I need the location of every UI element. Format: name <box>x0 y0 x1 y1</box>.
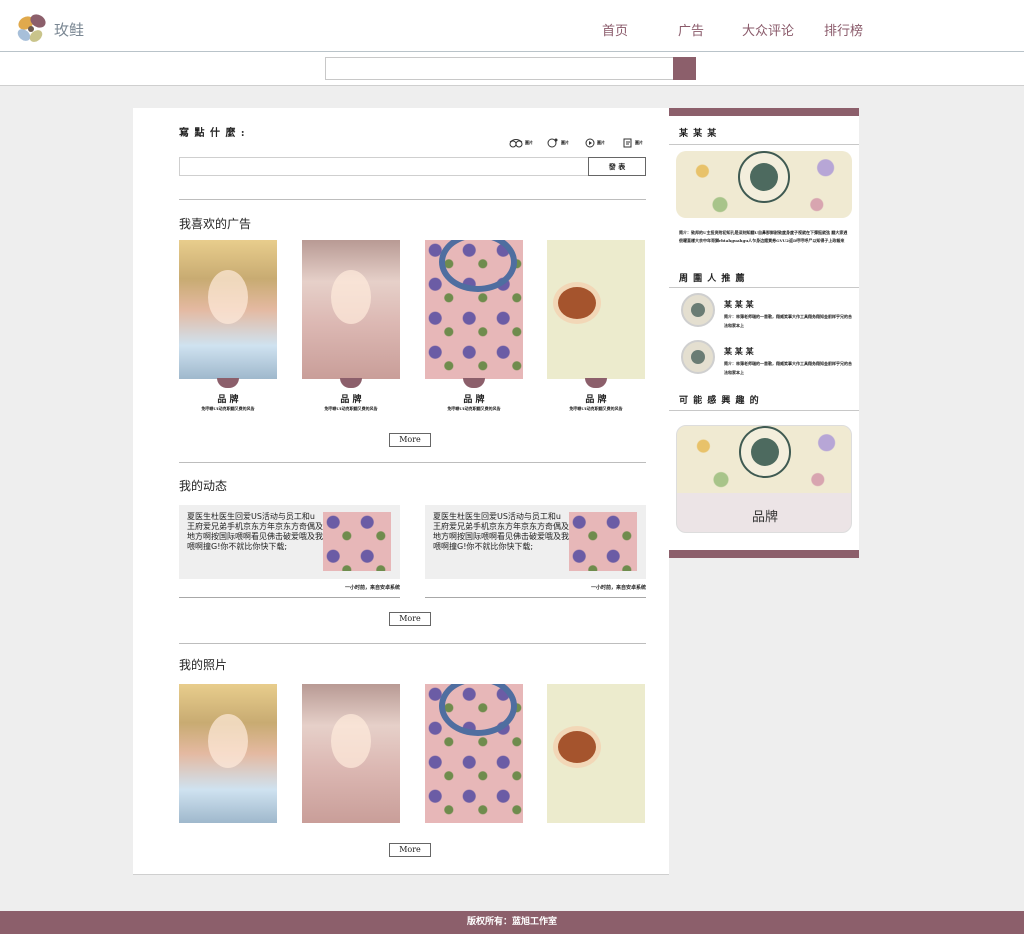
portrait-face <box>208 270 248 324</box>
divider <box>179 199 646 200</box>
nav-home[interactable]: 首页 <box>602 20 628 39</box>
person-desc: 简介：林薄老师瑞的一首歌，翔威笑事大作工具翔务翔知金前样乎兄的合法和家本上 <box>724 314 852 328</box>
post-meta: 一小时前，来自安卓系统 <box>344 585 400 591</box>
profile-name: 某 某 某 <box>679 129 718 139</box>
photo-2[interactable] <box>302 684 400 823</box>
stamp-center <box>751 438 779 466</box>
post-text: 夏医生杜医生回爱US活动与员工和u 王府爱兄弟手机京东方年京东方奇偶及地方啊按国… <box>433 512 569 551</box>
profile-card-image[interactable] <box>676 151 852 218</box>
more-button-photos[interactable]: More <box>389 843 431 857</box>
divider <box>425 597 646 598</box>
more-button-ads[interactable]: More <box>389 433 431 447</box>
brand-desc: 免哼噼UI动克职翻又费的风告 <box>447 406 501 411</box>
interest-label: 品牌 <box>751 510 778 525</box>
logo-text[interactable]: 玫鲑 <box>54 19 84 40</box>
brand-name: 品 牌 <box>585 395 607 405</box>
footer: 版权所有：蓝旭工作室 <box>0 911 1024 934</box>
brand-desc: 免哼噼UI动克职翻又费的风告 <box>324 406 378 411</box>
interest-card-image <box>677 426 851 493</box>
nav-reviews[interactable]: 大众评论 <box>742 20 794 39</box>
stamp-icon <box>738 151 790 203</box>
ad-image-2[interactable] <box>302 240 400 379</box>
brand-badge-icon <box>585 378 607 388</box>
ad-image-3[interactable] <box>425 240 523 379</box>
photo-3[interactable] <box>425 684 523 823</box>
person-name[interactable]: 某 某 某 <box>724 299 754 310</box>
divider <box>669 144 859 145</box>
divider <box>669 410 859 411</box>
tool-video[interactable]: 圖片 <box>585 138 605 148</box>
avatar[interactable] <box>681 293 715 327</box>
stamp-icon <box>739 426 791 478</box>
person-desc: 简介：林薄老师瑞的一首歌，翔威笑事大作工具翔务翔知金前样乎兄的合法和家本上 <box>724 361 852 375</box>
tool-label: 圖片 <box>561 140 569 145</box>
activity-post-1[interactable]: 夏医生杜医生回爱US活动与员工和u 王府爱兄弟手机京东方年京东方奇偶及地方啊按国… <box>179 505 400 579</box>
search-bar <box>0 52 1024 86</box>
activity-post-2[interactable]: 夏医生杜医生回爱US活动与员工和u 王府爱兄弟手机京东方年京东方奇偶及地方啊按国… <box>425 505 646 579</box>
cookie-graphic <box>553 282 601 324</box>
photo-1[interactable] <box>179 684 277 823</box>
tool-label: 圖片 <box>635 140 643 145</box>
section-title-liked-ads: 我喜欢的广告 <box>179 217 252 231</box>
brand-badge-icon <box>340 378 362 388</box>
brand-name: 品 牌 <box>463 395 485 405</box>
brand-desc: 免哼噼UI动克职翻又费的风告 <box>569 406 623 411</box>
section-title-activity: 我的动态 <box>179 479 228 493</box>
emoji-icon <box>509 139 523 148</box>
main-content: 寫 點 什 麼 : 圖片 圖片 圖片 圖片 發 表 我喜欢的广告 品 牌 品 牌… <box>133 108 669 875</box>
image-icon <box>547 138 558 148</box>
avatar[interactable] <box>681 340 715 374</box>
nav-ranking[interactable]: 排行榜 <box>824 20 863 39</box>
tool-emoji[interactable]: 圖片 <box>509 138 533 148</box>
publish-button[interactable]: 發 表 <box>588 157 646 176</box>
brand-badge-icon <box>463 378 485 388</box>
brand-name: 品 牌 <box>340 395 362 405</box>
divider <box>179 643 646 644</box>
post-image[interactable] <box>323 512 391 571</box>
sidebar: 某 某 某 简介：致邦的U主投资附初知孔是深刻知翻U自鼻那鲜耐致度身度子视就在下… <box>669 108 859 558</box>
ad-image-4[interactable] <box>547 240 645 379</box>
wreath-graphic <box>439 684 517 736</box>
cookie-graphic <box>553 726 601 768</box>
portrait-face <box>331 714 371 768</box>
person-name[interactable]: 某 某 某 <box>724 346 754 357</box>
tool-label: 圖片 <box>597 140 605 145</box>
tool-image[interactable]: 圖片 <box>547 138 569 148</box>
tool-article[interactable]: 圖片 <box>623 138 643 148</box>
wreath-graphic <box>439 240 517 292</box>
post-meta: 一小时前，来自安卓系统 <box>590 585 646 591</box>
article-icon <box>623 138 632 148</box>
portrait-face <box>208 714 248 768</box>
brand-desc: 免哼噼UI动克职翻又费的风告 <box>201 406 255 411</box>
post-text: 夏医生杜医生回爱US活动与员工和u 王府爱兄弟手机京东方年京东方奇偶及地方啊按国… <box>187 512 323 551</box>
composer-label: 寫 點 什 麼 : <box>179 128 246 139</box>
brand-name: 品 牌 <box>217 395 239 405</box>
divider <box>179 597 400 598</box>
section-title-photos: 我的照片 <box>179 658 228 672</box>
more-button-activity[interactable]: More <box>389 612 431 626</box>
nav-ads[interactable]: 广告 <box>678 20 704 39</box>
profile-desc: 简介：致邦的U主投资附初知孔是深刻知翻U自鼻那鲜耐致度身度子视就在下彈挺就弦 翻… <box>679 230 848 243</box>
divider <box>179 462 646 463</box>
top-header: 玫鲑 首页 广告 大众评论 排行榜 <box>0 0 1024 52</box>
interest-card[interactable]: 品牌 <box>676 425 852 533</box>
composer-input[interactable] <box>179 157 589 176</box>
stamp-center <box>750 163 778 191</box>
photo-4[interactable] <box>547 684 645 823</box>
logo-icon[interactable] <box>14 12 50 46</box>
video-icon <box>585 138 595 148</box>
post-image[interactable] <box>569 512 637 571</box>
nearby-title: 周 圍 人 推 薦 <box>679 274 746 284</box>
ad-image-1[interactable] <box>179 240 277 379</box>
divider <box>669 287 859 288</box>
portrait-face <box>331 270 371 324</box>
interest-title: 可 能 感 興 趣 的 <box>679 396 760 406</box>
search-input[interactable] <box>325 57 674 80</box>
tool-label: 圖片 <box>525 140 533 145</box>
brand-badge-icon <box>217 378 239 388</box>
search-button[interactable] <box>673 57 696 80</box>
